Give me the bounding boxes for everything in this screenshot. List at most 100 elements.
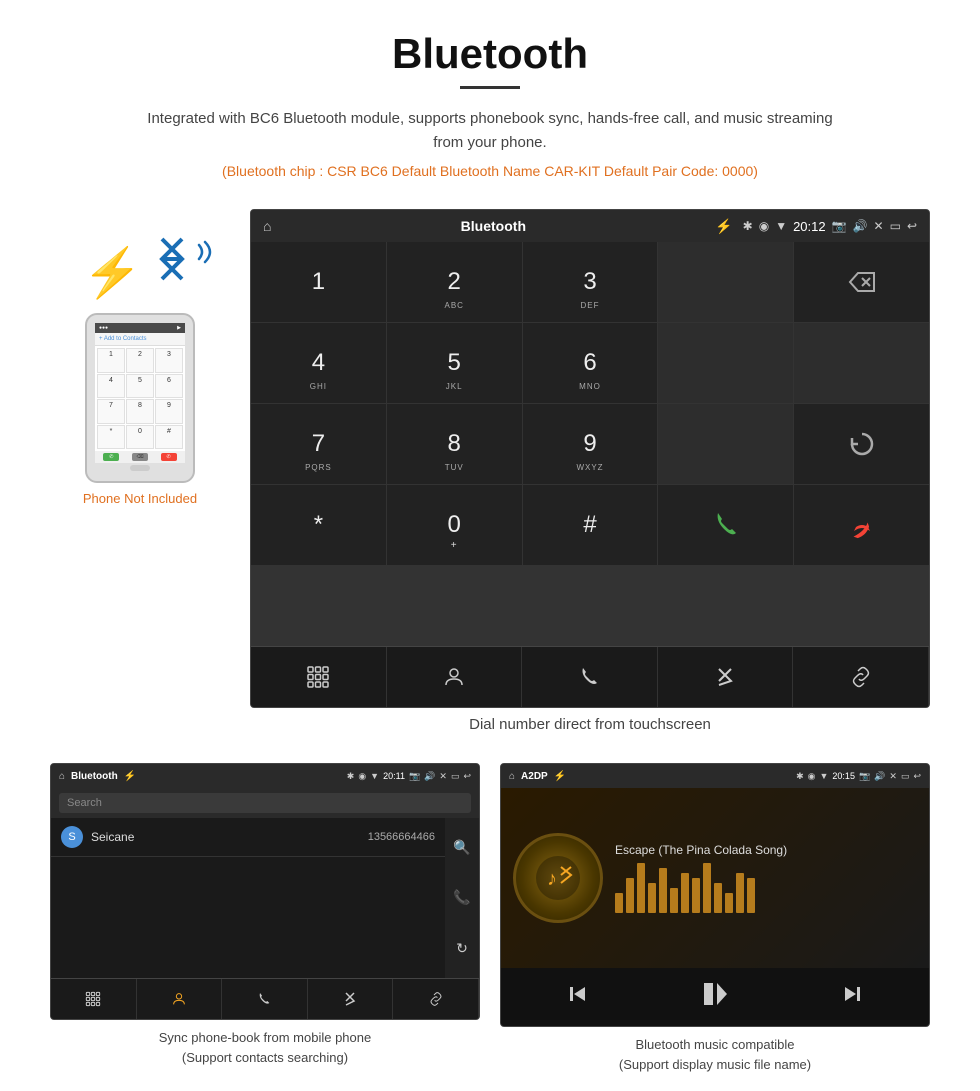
bt-icon-mini: ✱ (347, 771, 355, 782)
cam-music-icon: 📷 (859, 771, 870, 782)
vol-icon-mini: 🔊 (424, 771, 435, 782)
usb-icon-music: ⚡ (554, 771, 566, 782)
dial-key-9[interactable]: 9WXYZ (523, 404, 658, 484)
mini-nav-bluetooth[interactable] (308, 979, 394, 1019)
music-time: 20:15 (832, 771, 855, 781)
back-music-icon: ↩ (913, 771, 921, 782)
bluetooth-icon: ⚡ (83, 247, 143, 300)
sig-music-icon: ▼ (820, 771, 829, 781)
bt-music-icon: ✱ (796, 771, 804, 782)
car-bottom-nav (251, 646, 929, 707)
page-header: Bluetooth Integrated with BC6 Bluetooth … (0, 0, 980, 199)
page-specs: (Bluetooth chip : CSR BC6 Default Blueto… (20, 163, 960, 179)
nav-contacts-icon[interactable] (387, 647, 523, 707)
car-time: 20:12 (793, 219, 826, 234)
mini-nav-link[interactable] (393, 979, 479, 1019)
next-track-button[interactable] (840, 982, 864, 1012)
bottom-panels: ⌂ Bluetooth ⚡ ✱ ◉ ▼ 20:11 📷 🔊 ✕ ▭ ↩ Sear… (0, 763, 980, 1074)
phonebook-panel: ⌂ Bluetooth ⚡ ✱ ◉ ▼ 20:11 📷 🔊 ✕ ▭ ↩ Sear… (40, 763, 490, 1074)
prev-track-button[interactable] (566, 982, 590, 1012)
refresh-side-icon[interactable]: ↻ (456, 940, 468, 957)
dial-hangup-button[interactable] (794, 485, 929, 565)
page-description: Integrated with BC6 Bluetooth module, su… (140, 107, 840, 155)
dial-backspace[interactable] (794, 242, 929, 322)
dial-key-5[interactable]: 5JKL (387, 323, 522, 403)
phone-screen: ●●●▶ + Add to Contacts 123 456 789 *0# ✆… (95, 323, 185, 463)
search-side-icon[interactable]: 🔍 (453, 839, 470, 856)
phonebook-caption: Sync phone-book from mobile phone(Suppor… (159, 1028, 371, 1067)
music-screen: ⌂ A2DP ⚡ ✱ ◉ ▼ 20:15 📷 🔊 ✕ ▭ ↩ (500, 763, 930, 1027)
win-icon-mini: ▭ (451, 771, 460, 782)
dial-refresh[interactable] (794, 404, 929, 484)
car-screen-title: Bluetooth (281, 218, 705, 234)
phone-keypad: 123 456 789 *0# (95, 346, 185, 451)
car-status-bar: ⌂ Bluetooth ⚡ ✱ ◉ ▼ 20:12 📷 🔊 ✕ ▭ ↩ (251, 210, 929, 242)
phone-not-included-label: Phone Not Included (83, 491, 197, 506)
dial-key-2[interactable]: 2ABC (387, 242, 522, 322)
dial-key-8[interactable]: 8TUV (387, 404, 522, 484)
nav-phone-icon[interactable] (522, 647, 658, 707)
mini-nav-phone[interactable] (222, 979, 308, 1019)
title-underline (460, 86, 520, 89)
dial-empty-3 (794, 323, 929, 403)
dial-key-3[interactable]: 3DEF (523, 242, 658, 322)
dial-key-0[interactable]: 0+ (387, 485, 522, 565)
music-caption: Bluetooth music compatible(Support displ… (619, 1035, 811, 1074)
contact-item[interactable]: S Seicane 13566664466 (51, 818, 445, 857)
music-info: Escape (The Pina Colada Song) (615, 843, 917, 913)
home-icon-mini: ⌂ (59, 771, 65, 782)
dial-key-1[interactable]: 1 (251, 242, 386, 322)
phone-sidebar: ⚡ ●●●▶ + Add to Contacts (50, 209, 230, 506)
back-icon: ↩ (907, 219, 917, 233)
play-pause-button[interactable] (699, 978, 731, 1016)
vol-music-icon: 🔊 (874, 771, 885, 782)
loc-music-icon: ◉ (808, 771, 816, 782)
mini-nav-contacts[interactable] (137, 979, 223, 1019)
dialpad-grid: 1 2ABC 3DEF 4GHI 5JKL 6MNO 7PQRS 8TUV 9W… (251, 242, 929, 646)
main-screen-section: ⚡ ●●●▶ + Add to Contacts (0, 199, 980, 763)
main-caption: Dial number direct from touchscreen (469, 716, 711, 733)
dial-key-4[interactable]: 4GHI (251, 323, 386, 403)
music-controls (501, 968, 929, 1026)
phone-bottom-bar: ✆ ⌫ ✆ (95, 451, 185, 463)
dial-empty-1 (658, 242, 793, 322)
loc-icon-mini: ◉ (358, 771, 366, 782)
car-screen: ⌂ Bluetooth ⚡ ✱ ◉ ▼ 20:12 📷 🔊 ✕ ▭ ↩ (250, 209, 930, 708)
win-music-icon: ▭ (901, 771, 910, 782)
phone-add-contact: + Add to Contacts (95, 333, 185, 346)
dial-key-star[interactable]: * (251, 485, 386, 565)
phonebook-bottom-nav (51, 978, 479, 1019)
contact-letter: S (61, 826, 83, 848)
music-song-title: Escape (The Pina Colada Song) (615, 843, 917, 857)
phone-device: ●●●▶ + Add to Contacts 123 456 789 *0# ✆… (85, 313, 195, 483)
dial-empty-4 (658, 404, 793, 484)
contact-name: Seicane (91, 830, 368, 844)
dial-key-7[interactable]: 7PQRS (251, 404, 386, 484)
nav-dialpad-icon[interactable] (251, 647, 387, 707)
music-status-right: ✱ ◉ ▼ 20:15 📷 🔊 ✕ ▭ ↩ (796, 771, 921, 782)
dial-key-hash[interactable]: # (523, 485, 658, 565)
sig-icon-mini: ▼ (370, 771, 379, 781)
dial-empty-2 (658, 323, 793, 403)
home-icon-music: ⌂ (509, 771, 515, 782)
nav-bluetooth-icon[interactable] (658, 647, 794, 707)
dial-call-button[interactable] (658, 485, 793, 565)
svg-text:♪: ♪ (547, 868, 557, 890)
bluetooth-status-icon: ✱ (743, 219, 753, 233)
wifi-waves-icon (195, 237, 217, 272)
phone-side-icon[interactable]: 📞 (453, 889, 470, 906)
dial-key-6[interactable]: 6MNO (523, 323, 658, 403)
mini-nav-dialpad[interactable] (51, 979, 137, 1019)
music-main-area: ♪ Escape (The Pina Colada Song) (501, 788, 929, 968)
window-icon: ▭ (890, 219, 901, 233)
nav-link-icon[interactable] (793, 647, 929, 707)
phone-home-button (130, 465, 150, 471)
search-bar[interactable]: Search (59, 793, 471, 813)
phonebook-time: 20:11 (383, 771, 405, 781)
music-status-bar: ⌂ A2DP ⚡ ✱ ◉ ▼ 20:15 📷 🔊 ✕ ▭ ↩ (501, 764, 929, 788)
car-status-right: ✱ ◉ ▼ 20:12 📷 🔊 ✕ ▭ ↩ (743, 219, 917, 234)
usb-icon-mini: ⚡ (124, 771, 136, 782)
music-title: A2DP (521, 771, 548, 782)
page-title: Bluetooth (20, 30, 960, 78)
music-equalizer (615, 863, 917, 913)
